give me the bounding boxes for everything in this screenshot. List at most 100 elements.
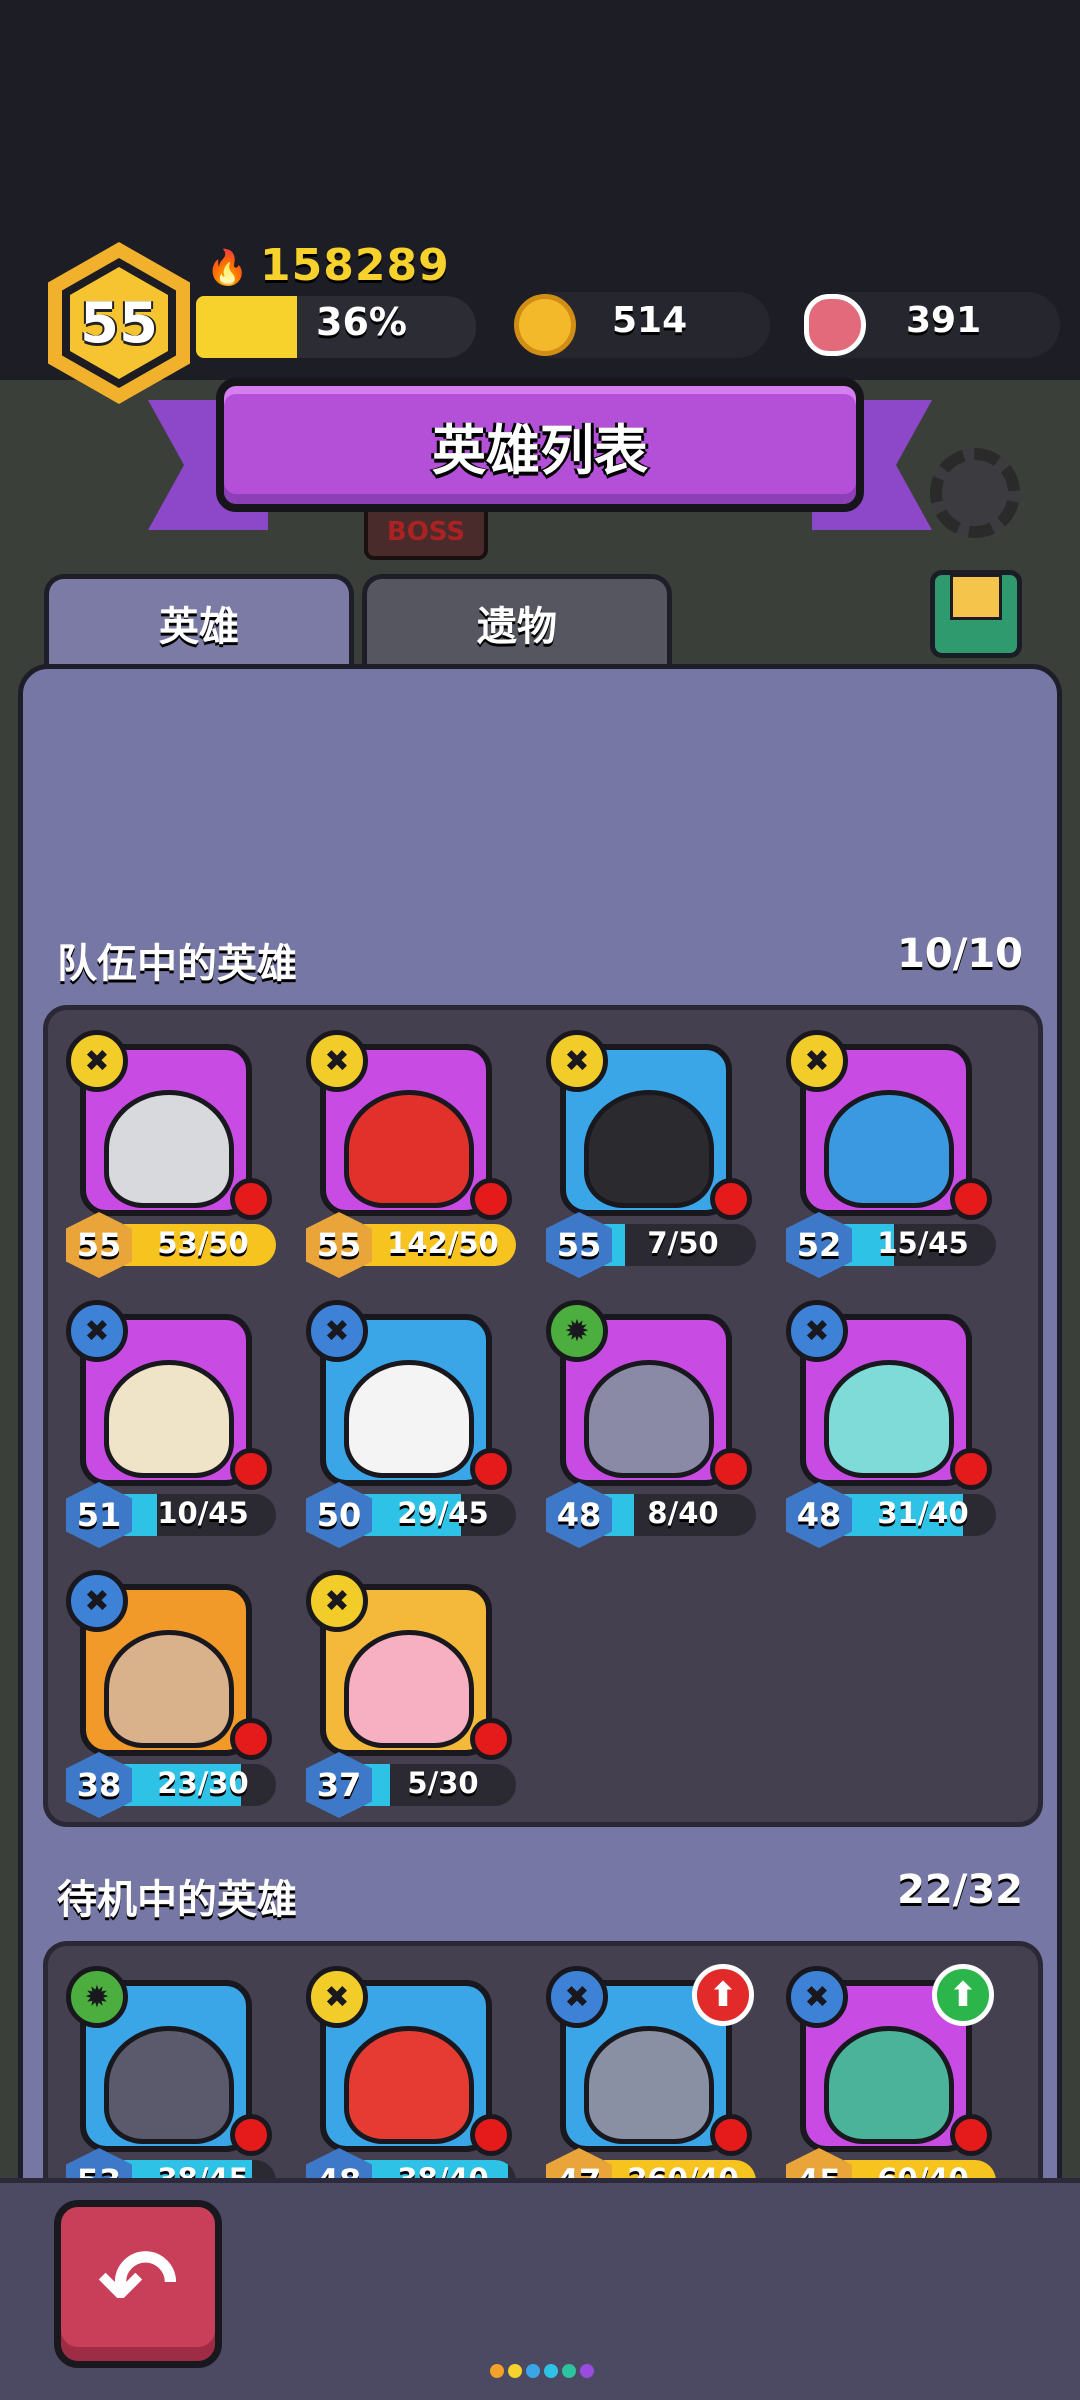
shard-count: 23/30 (157, 1766, 249, 1800)
class-blue-icon: ✖ (66, 1300, 128, 1362)
page-dot (580, 2364, 594, 2378)
mummy-icon (104, 1360, 234, 1478)
standby-hero-card[interactable]: ✖⬆47260/40 (546, 1964, 768, 2214)
standby-hero-card[interactable]: ✖⬆4560/40 (786, 1964, 1008, 2214)
class-blue-icon: ✖ (306, 1300, 368, 1362)
notification-dot (230, 2114, 272, 2156)
notification-dot (470, 1448, 512, 1490)
in-team-count: 10/10 (897, 931, 1023, 977)
meat-value: 391 (906, 300, 982, 341)
class-gold-icon: ✖ (66, 1030, 128, 1092)
back-arrow-icon: ↶ (97, 2228, 179, 2340)
shard-count: 10/45 (157, 1496, 249, 1530)
team-hero-card[interactable]: ✖ 52 15/45 (786, 1030, 1008, 1278)
class-green-icon: ✹ (66, 1966, 128, 2028)
standby-label: 待机中的英雄 (57, 1877, 297, 1923)
shard-count: 8/40 (647, 1496, 719, 1530)
flame-icon: 🔥 (206, 248, 249, 288)
class-gold-icon: ✖ (306, 1030, 368, 1092)
notification-dot (470, 1178, 512, 1220)
class-gold-icon: ✖ (306, 1966, 368, 2028)
hero-list-panel[interactable]: 队伍中的英雄 10/10 ✖ 55 53/50 ✖ 55 142/50 ✖ 55 7/50 ✖ 52… (18, 664, 1062, 2214)
hero-level: 55 (66, 1212, 132, 1278)
team-hero-card[interactable]: ✖ 55 53/50 (66, 1030, 288, 1278)
team-hero-card[interactable]: ✖ 38 23/30 (66, 1570, 288, 1818)
class-blue-icon: ✖ (786, 1300, 848, 1362)
hero-level: 48 (786, 1482, 852, 1548)
boss-sign: BOSS (364, 504, 488, 560)
team-hero-card[interactable]: ✖ 51 10/45 (66, 1300, 288, 1548)
hero-level: 52 (786, 1212, 852, 1278)
class-blue-icon: ✖ (786, 1966, 848, 2028)
upgrade-arrow-icon: ⬆ (932, 1964, 994, 2026)
notification-dot (710, 1448, 752, 1490)
shard-count: 29/45 (397, 1496, 489, 1530)
shard-count: 31/40 (877, 1496, 969, 1530)
class-blue-icon: ✖ (66, 1570, 128, 1632)
page-dot (526, 2364, 540, 2378)
upgrade-arrow-icon: ⬆ (692, 1964, 754, 2026)
knight-icon (104, 1090, 234, 1208)
hero-level: 50 (306, 1482, 372, 1548)
notification-dot (710, 1178, 752, 1220)
horned-warrior-icon (344, 2026, 474, 2144)
notification-dot (950, 1178, 992, 1220)
ranger-icon (344, 1090, 474, 1208)
standby-hero-card[interactable]: ✖4838/40 (306, 1966, 528, 2214)
shard-count: 7/50 (647, 1226, 719, 1260)
mail-letter (950, 574, 1002, 620)
standby-grid: ✹5338/45✖4838/40✖⬆47260/40✖⬆4560/40 (43, 1941, 1043, 2214)
hero-level: 37 (306, 1752, 372, 1818)
gold-value: 514 (612, 300, 688, 341)
notification-dot (230, 1718, 272, 1760)
page-dot (490, 2364, 504, 2378)
xp-percent: 36% (316, 300, 407, 344)
in-team-label: 队伍中的英雄 (57, 941, 297, 987)
team-hero-card[interactable]: ✹ 48 8/40 (546, 1300, 768, 1548)
page-dot (508, 2364, 522, 2378)
team-hero-card[interactable]: ✖ 48 31/40 (786, 1300, 1008, 1548)
team-hero-card[interactable]: ✖ 50 29/45 (306, 1300, 528, 1548)
team-hero-card[interactable]: ✖ 37 5/30 (306, 1570, 528, 1818)
gear-icon[interactable] (930, 448, 1020, 538)
standby-count: 22/32 (897, 1867, 1023, 1913)
storm-cloud-icon (584, 2026, 714, 2144)
title-banner: 英雄列表 (216, 378, 864, 512)
page-dot (544, 2364, 558, 2378)
coin-icon (514, 294, 576, 356)
page-indicator (490, 2364, 594, 2380)
hero-level: 55 (546, 1212, 612, 1278)
shard-count: 15/45 (877, 1226, 969, 1260)
tab-heroes[interactable]: 英雄 (44, 574, 354, 666)
notification-dot (950, 1448, 992, 1490)
team-hero-card[interactable]: ✖ 55 7/50 (546, 1030, 768, 1278)
dark-robot-icon (104, 2026, 234, 2144)
hero-level: 38 (66, 1752, 132, 1818)
class-blue-icon: ✖ (546, 1966, 608, 2028)
robot-icon (584, 1360, 714, 1478)
back-button[interactable]: ↶ (54, 2200, 222, 2368)
xp-bar-fill (196, 296, 297, 358)
slime-cat-icon (584, 1090, 714, 1208)
notification-dot (710, 2114, 752, 2156)
shard-count: 5/30 (407, 1766, 479, 1800)
team-hero-card[interactable]: ✖ 55 142/50 (306, 1030, 528, 1278)
page-dot (562, 2364, 576, 2378)
class-green-icon: ✹ (546, 1300, 608, 1362)
hero-level: 51 (66, 1482, 132, 1548)
power-value: 158289 (260, 240, 450, 291)
class-gold-icon: ✖ (306, 1570, 368, 1632)
princess-icon (344, 1630, 474, 1748)
class-gold-icon: ✖ (546, 1030, 608, 1092)
in-team-grid: ✖ 55 53/50 ✖ 55 142/50 ✖ 55 7/50 ✖ 52 15/45 ✖ 51 10/45… (43, 1005, 1043, 1827)
notification-dot (470, 2114, 512, 2156)
notification-dot (230, 1178, 272, 1220)
snail-icon (104, 1630, 234, 1748)
tab-relics[interactable]: 遗物 (362, 574, 672, 666)
shard-count: 53/50 (157, 1226, 249, 1260)
notification-dot (950, 2114, 992, 2156)
snowman-icon (344, 1360, 474, 1478)
class-gold-icon: ✖ (786, 1030, 848, 1092)
standby-hero-card[interactable]: ✹5338/45 (66, 1966, 288, 2214)
meat-icon (804, 294, 866, 356)
